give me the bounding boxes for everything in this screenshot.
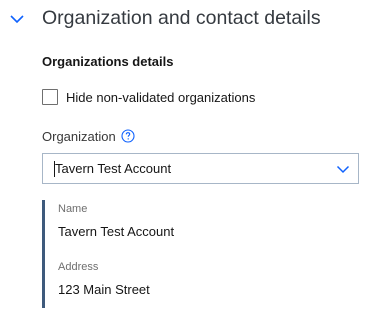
organization-contact-panel: Organization and contact details Organiz…	[0, 0, 381, 318]
organization-field-label: Organization	[42, 128, 116, 144]
organization-field-label-row: Organization	[42, 127, 135, 145]
section-header[interactable]: Organization and contact details	[0, 0, 381, 38]
organization-select-value[interactable]: Tavern Test Account	[55, 161, 171, 176]
question-circle-icon[interactable]	[121, 129, 135, 143]
hide-non-validated-checkbox[interactable]	[42, 89, 58, 105]
hide-non-validated-label[interactable]: Hide non-validated organizations	[66, 90, 255, 105]
chevron-down-icon[interactable]	[336, 162, 350, 176]
organizations-details-heading: Organizations details	[42, 54, 174, 69]
name-label: Name	[58, 203, 88, 215]
name-value: Tavern Test Account	[58, 224, 175, 239]
section-title: Organization and contact details	[42, 7, 321, 29]
address-value: 123 Main Street	[58, 282, 150, 297]
address-label: Address	[58, 261, 99, 273]
organization-select[interactable]: Tavern Test Account	[42, 153, 359, 184]
hide-non-validated-row[interactable]: Hide non-validated organizations	[42, 88, 255, 106]
chevron-down-icon[interactable]	[8, 10, 26, 28]
organization-details-card: Name Tavern Test Account Address 123 Mai…	[42, 200, 345, 308]
